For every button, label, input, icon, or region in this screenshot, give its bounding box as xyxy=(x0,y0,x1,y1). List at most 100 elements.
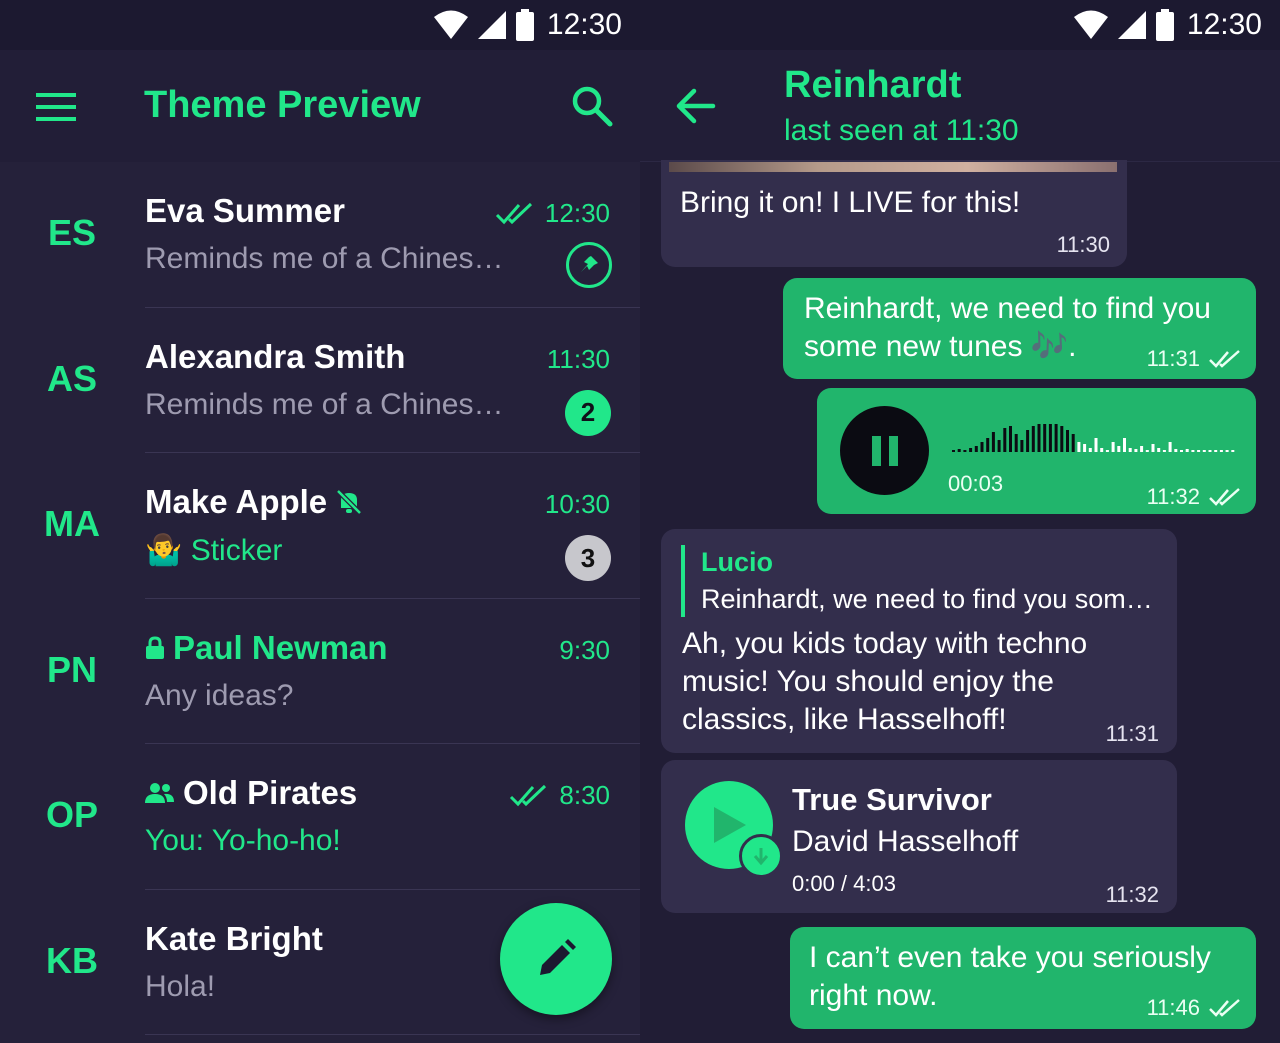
waveform-bar xyxy=(991,432,995,452)
audio-progress: 0:00 / 4:03 xyxy=(792,871,896,896)
message-line: Reinhardt, we need to find you xyxy=(804,292,1211,325)
chat-row-alexandra-smith[interactable]: AS Alexandra Smith 11:30 Reminds me of a… xyxy=(0,308,640,453)
waveform-bar xyxy=(1094,438,1098,452)
page-title: Theme Preview xyxy=(144,84,421,126)
waveform-bar xyxy=(1043,424,1047,452)
message-time-text: 11:31 xyxy=(1146,346,1200,371)
waveform-bar xyxy=(1003,428,1007,452)
chat-row-paul-newman[interactable]: PN Paul Newman 9:30 Any ideas? xyxy=(0,599,640,744)
waveform-bar xyxy=(1020,440,1024,452)
double-check-icon xyxy=(1209,999,1240,1017)
waveform-bar xyxy=(1066,430,1069,452)
waveform-bar xyxy=(957,449,961,452)
waveform-bar xyxy=(1060,426,1064,452)
double-check-icon xyxy=(495,202,532,224)
waveform-bar xyxy=(1123,438,1126,452)
unread-badge: 2 xyxy=(565,389,611,436)
message-time: 11:31 xyxy=(1147,346,1242,372)
pin-icon xyxy=(566,242,612,288)
waveform-bar xyxy=(1225,450,1229,452)
chat-name-text: Paul Newman xyxy=(173,628,388,666)
reply-quote[interactable]: Lucio Reinhardt, we need to find you som… xyxy=(681,545,1161,617)
waveform-bar xyxy=(1151,444,1155,452)
waveform-bar xyxy=(1117,446,1121,452)
waveform-bar xyxy=(1105,450,1109,452)
message-time-text: 11:30 xyxy=(1056,232,1110,257)
waveform-bar xyxy=(1191,450,1195,452)
divider xyxy=(145,1034,640,1035)
battery-icon xyxy=(515,9,534,41)
download-arrow-icon xyxy=(753,848,769,866)
unread-badge: 3 xyxy=(565,535,611,581)
chat-meta: 11:30 xyxy=(547,344,610,375)
waveform-bar xyxy=(1168,442,1172,452)
chat-preview: Reminds me of a Chines… xyxy=(145,387,504,421)
chat-time: 8:30 xyxy=(559,780,610,810)
pause-button[interactable] xyxy=(840,406,929,495)
chat-header: Reinhardt last seen at 11:30 xyxy=(640,50,1280,162)
waveform-bar xyxy=(1077,442,1081,452)
chat-preview: Hola! xyxy=(145,969,216,1003)
message-time: 11:46 xyxy=(1147,995,1242,1021)
chat-meta: 12:30 xyxy=(495,198,610,229)
menu-icon[interactable] xyxy=(36,92,76,122)
voice-message-bubble[interactable]: 00:03 11:32 xyxy=(817,388,1256,514)
search-icon[interactable] xyxy=(570,84,614,128)
message-line: classics, like Hasselhoff! xyxy=(682,703,1007,736)
waveform-bar xyxy=(1014,434,1018,452)
contact-name[interactable]: Reinhardt xyxy=(784,64,961,107)
waveform-bar xyxy=(1009,426,1012,452)
download-button[interactable] xyxy=(739,834,783,878)
photo-preview-edge xyxy=(669,162,1117,172)
audio-message-bubble[interactable]: True Survivor David Hasselhoff 0:00 / 4:… xyxy=(661,760,1177,913)
waveform-bar xyxy=(1231,450,1235,452)
chat-name-text: Old Pirates xyxy=(183,774,358,811)
waveform-bar xyxy=(969,448,973,452)
chat-name-text: Make Apple xyxy=(145,483,328,520)
message-text: Ah, you kids today with techno music! Yo… xyxy=(682,625,1087,739)
chat-name: Make Apple xyxy=(145,483,363,521)
waveform-bar xyxy=(1037,424,1041,452)
double-check-icon xyxy=(1209,350,1240,368)
chat-preview-text: Yo-ho-ho! xyxy=(211,824,341,857)
avatar: PN xyxy=(46,648,97,690)
waveform-bar xyxy=(1197,450,1201,452)
waveform-bar xyxy=(1157,448,1161,452)
signal-icon xyxy=(1117,11,1146,39)
waveform-bar xyxy=(980,442,984,452)
chat-meta: 9:30 xyxy=(559,635,610,666)
avatar: KB xyxy=(46,939,98,981)
message-time: 11:30 xyxy=(1057,232,1110,258)
compose-button[interactable] xyxy=(500,903,612,1015)
status-time: 12:30 xyxy=(1186,8,1262,41)
avatar: AS xyxy=(46,357,97,399)
sticker-emoji: 🤷‍♂️ xyxy=(145,534,183,567)
message-bubble-incoming[interactable]: Bring it on! I LIVE for this! 11:30 xyxy=(661,160,1127,267)
chat-preview: Any ideas? xyxy=(145,678,294,712)
waveform-bar xyxy=(974,446,978,452)
message-bubble-outgoing[interactable]: Reinhardt, we need to find you some new … xyxy=(783,278,1256,379)
waveform-bar xyxy=(1174,449,1178,452)
waveform-bar xyxy=(1214,450,1218,452)
chat-row-make-apple[interactable]: MA Make Apple 10:30 🤷‍♂️ Sticker 3 xyxy=(0,453,640,599)
waveform xyxy=(952,424,1235,452)
message-time-text: 11:31 xyxy=(1105,721,1159,746)
wifi-icon xyxy=(433,10,468,39)
chat-row-old-pirates[interactable]: OP Old Pirates 8:30 You: Yo-ho-ho! xyxy=(0,744,640,890)
message-bubble-incoming[interactable]: Lucio Reinhardt, we need to find you som… xyxy=(661,529,1177,753)
message-text: Bring it on! I LIVE for this! xyxy=(680,186,1021,219)
avatar: OP xyxy=(45,794,98,835)
chat-time: 10:30 xyxy=(544,489,610,519)
message-bubble-outgoing[interactable]: I can’t even take you seriously right no… xyxy=(790,927,1256,1029)
chat-row-eva-summer[interactable]: ES Eva Summer 12:30 Reminds me of a Chin… xyxy=(0,162,640,308)
chat-time: 11:30 xyxy=(546,343,610,374)
chat-name-text: Kate Bright xyxy=(145,919,323,957)
chat-name-text: Eva Summer xyxy=(145,192,345,229)
play-icon xyxy=(714,807,746,843)
message-time: 11:31 xyxy=(1106,721,1159,747)
back-arrow-icon[interactable] xyxy=(676,88,716,124)
waveform-bar xyxy=(1208,450,1212,452)
chat-name: Alexandra Smith xyxy=(145,338,405,376)
status-time: 12:30 xyxy=(546,8,622,41)
chat-preview-text: Sticker xyxy=(190,534,283,567)
